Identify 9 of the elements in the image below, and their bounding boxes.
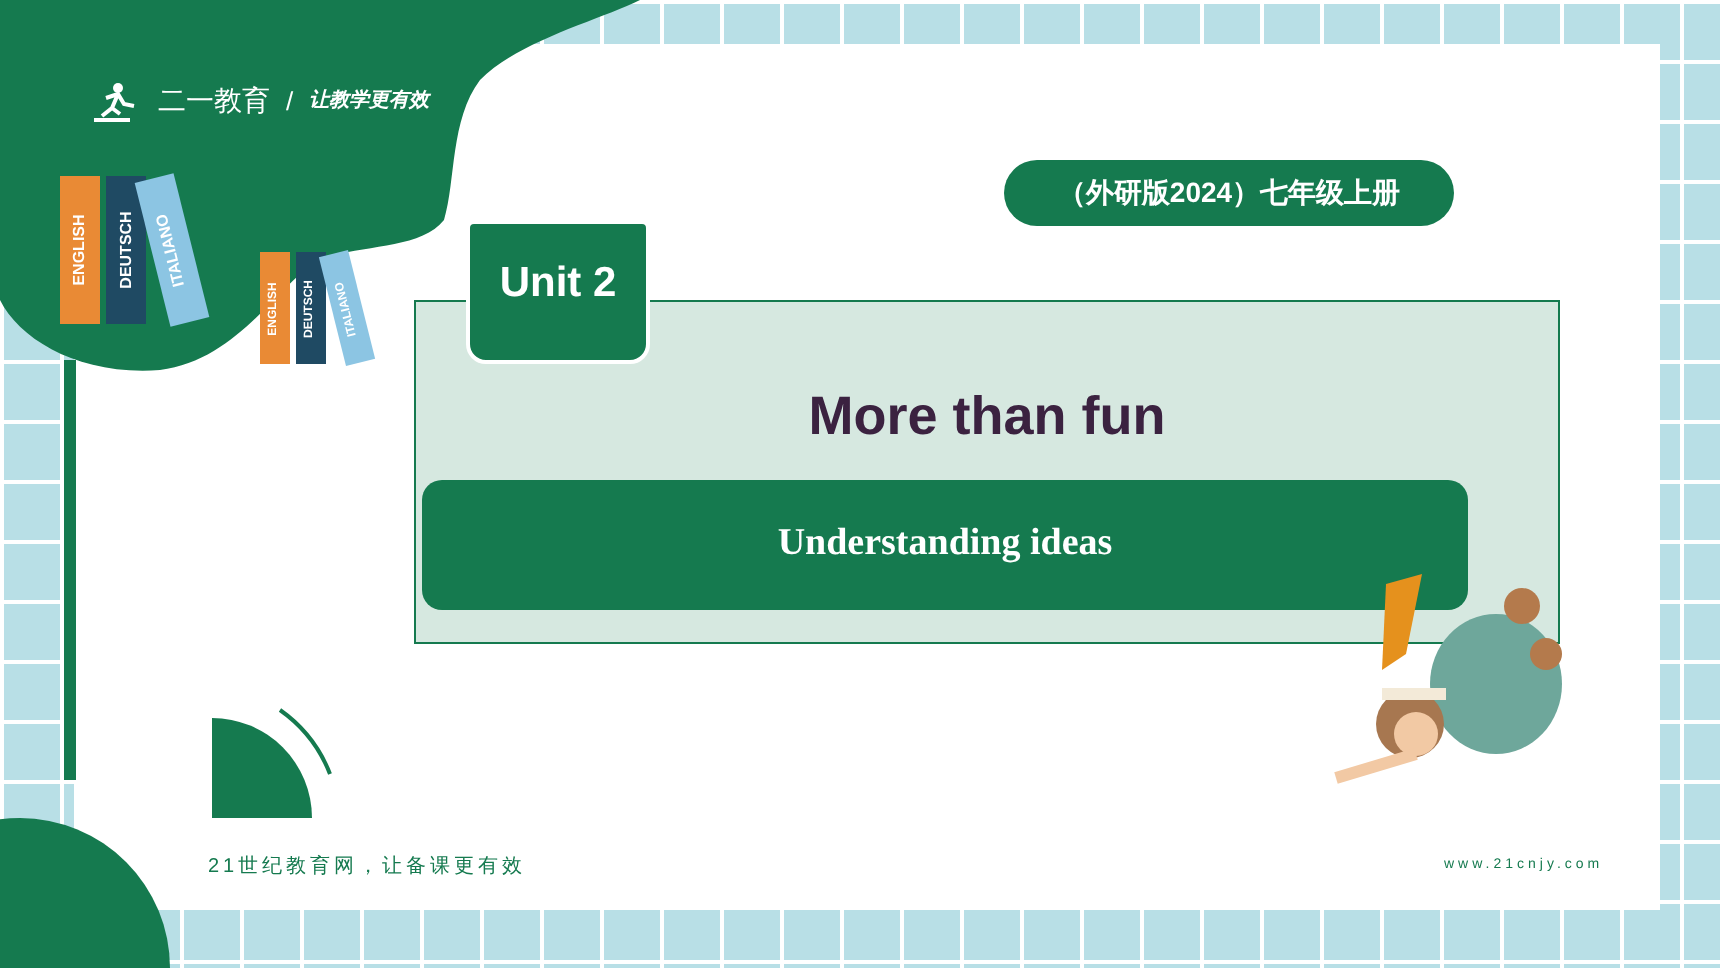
edition-badge: （外研版2024）七年级上册 [1004, 160, 1454, 226]
logo-separator: / [286, 83, 294, 120]
slide-title: More than fun [806, 384, 1168, 450]
section-bar: Understanding ideas [422, 480, 1468, 610]
book-spine: DEUTSCH [106, 176, 146, 324]
book-spine: ENGLISH [60, 176, 100, 324]
logo-name: 二一教育 [158, 82, 270, 120]
footer-left-text: 21世纪教育网，让备课更有效 [208, 853, 527, 882]
logo-slogan: 让教学更有效 [309, 87, 430, 116]
